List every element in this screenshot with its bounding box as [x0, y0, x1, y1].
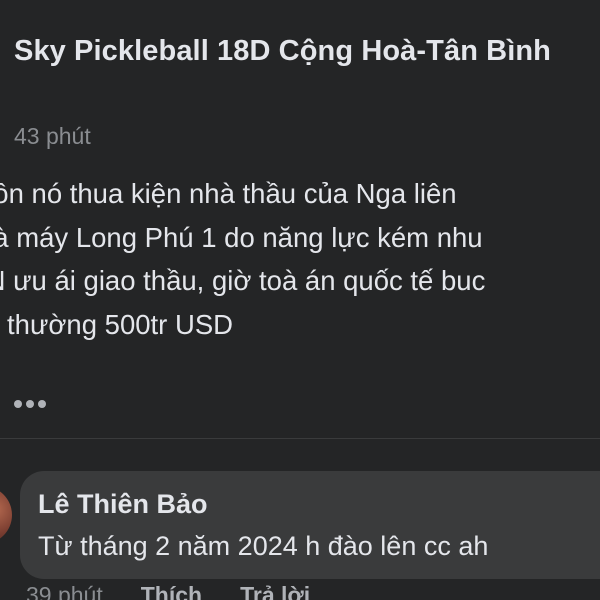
post-text-line: /N ưu ái giao thầu, giờ toà án quốc tế b… [0, 265, 486, 296]
more-options-button[interactable] [14, 392, 54, 416]
reply-button[interactable]: Trả lời [240, 580, 310, 600]
post-timestamp[interactable]: 43 phút [14, 120, 91, 152]
more-horizontal-icon [26, 400, 34, 408]
avatar[interactable] [0, 486, 12, 544]
comment-text: Từ tháng 2 năm 2024 h đào lên cc ah [38, 531, 489, 561]
comment-timestamp[interactable]: 39 phút [26, 580, 103, 600]
post-text-line: ồi thường 500tr USD [0, 308, 234, 340]
post-text-line: đồn nó thua kiện nhà thầu của Nga liên [0, 178, 457, 209]
like-button[interactable]: Thích [141, 580, 202, 600]
comment-actions: 39 phút Thích Trả lời [26, 580, 310, 600]
group-name-link[interactable]: Sky Pickleball 18D Cộng Hoà-Tân Bình [14, 31, 574, 72]
more-horizontal-icon [38, 400, 46, 408]
post-screen: Sky Pickleball 18D Cộng Hoà-Tân Bình 43 … [0, 0, 600, 600]
comment-divider [0, 438, 600, 439]
post-text: đồn nó thua kiện nhà thầu của Nga liên h… [0, 172, 600, 346]
more-horizontal-icon [14, 400, 22, 408]
post-text-line: hà máy Long Phú 1 do năng lực kém nhu [0, 221, 483, 253]
comment-author[interactable]: Lê Thiên Bảo [38, 486, 208, 522]
